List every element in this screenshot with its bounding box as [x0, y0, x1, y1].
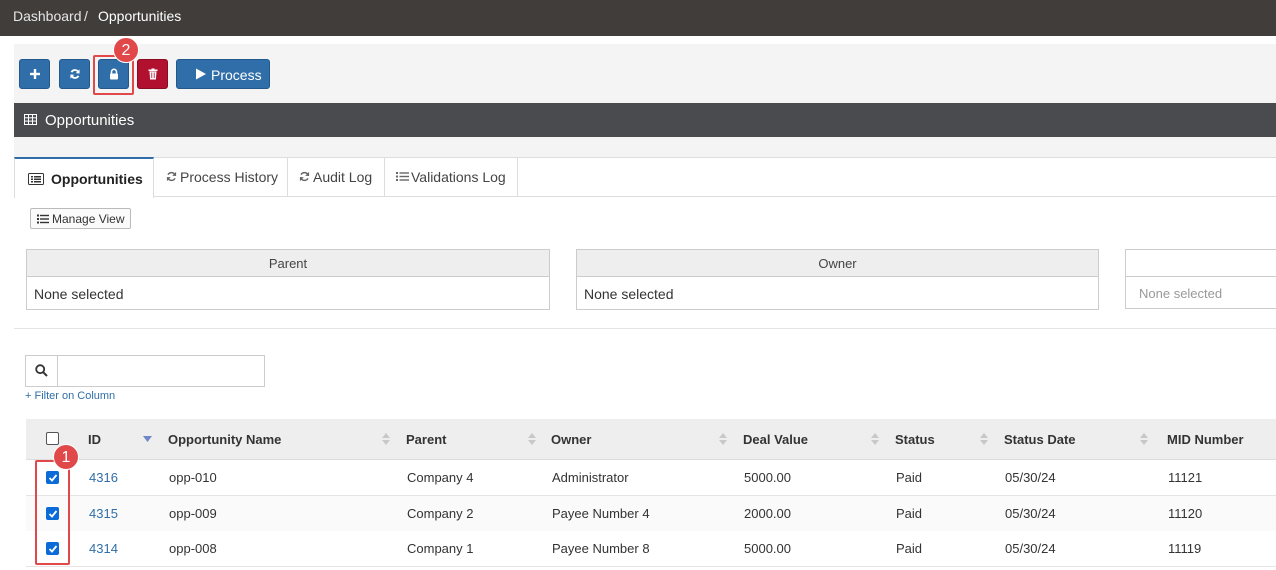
column-header-owner[interactable]: Owner: [551, 432, 591, 447]
row-parent: Company 2: [407, 506, 474, 521]
column-header-id[interactable]: ID: [88, 432, 101, 447]
parent-filter-header: Parent: [27, 250, 549, 277]
tab-opportunities[interactable]: Opportunities: [14, 157, 154, 198]
search-input[interactable]: [57, 355, 265, 387]
row-owner: Payee Number 4: [552, 506, 650, 521]
sort-desc-icon[interactable]: [143, 436, 152, 442]
parent-filter-select[interactable]: None selected: [34, 286, 124, 302]
manage-view-label: Manage View: [52, 212, 125, 226]
annotation-box-1: [35, 460, 70, 565]
row-deal-value: 2000.00: [744, 506, 791, 521]
table-row: 4314 opp-008 Company 1 Payee Number 8 50…: [26, 531, 1276, 567]
row-id-link[interactable]: 4316: [89, 470, 118, 485]
tab-validations-log-label: Validations Log: [411, 169, 506, 185]
row-status-date: 05/30/24: [1005, 541, 1056, 556]
table-row: 4315 opp-009 Company 2 Payee Number 4 20…: [26, 496, 1276, 532]
trash-icon: [148, 68, 157, 80]
row-status-date: 05/30/24: [1005, 506, 1056, 521]
tab-audit-log[interactable]: Audit Log: [288, 157, 385, 197]
owner-filter: Owner None selected: [576, 249, 1099, 310]
table-header: ID Opportunity Name Parent Owner Deal Va…: [26, 419, 1276, 460]
row-owner: Administrator: [552, 470, 629, 485]
breadcrumb-current: Opportunities: [98, 8, 182, 24]
sort-icon[interactable]: [528, 433, 536, 445]
list-icon: [396, 172, 409, 181]
process-button[interactable]: Process: [176, 59, 270, 89]
row-mid-number: 11119: [1168, 541, 1202, 556]
third-filter: None selected: [1125, 249, 1276, 309]
row-status: Paid: [896, 541, 923, 556]
select-all-checkbox[interactable]: [46, 432, 59, 445]
refresh-icon: [166, 171, 177, 182]
column-header-status-date[interactable]: Status Date: [1004, 432, 1076, 447]
refresh-icon: [299, 171, 310, 182]
row-opportunity-name: opp-009: [169, 506, 217, 521]
row-id-link[interactable]: 4314: [89, 541, 118, 556]
plus-icon: [29, 69, 40, 79]
tab-process-history[interactable]: Process History: [154, 157, 288, 197]
panel-header: Opportunities: [14, 103, 1276, 137]
column-header-status[interactable]: Status: [895, 432, 935, 447]
refresh-button[interactable]: [59, 59, 90, 89]
search-button[interactable]: [25, 355, 58, 387]
owner-filter-select[interactable]: None selected: [584, 286, 674, 302]
panel-title: Opportunities: [45, 112, 135, 129]
parent-filter: Parent None selected: [26, 249, 550, 310]
sort-icon[interactable]: [980, 433, 988, 445]
row-id-link[interactable]: 4315: [89, 506, 118, 521]
third-filter-header: [1126, 250, 1276, 277]
column-header-parent[interactable]: Parent: [406, 432, 446, 447]
annotation-badge-1: 1: [53, 444, 79, 470]
row-deal-value: 5000.00: [744, 541, 791, 556]
list-alt-icon: [28, 173, 44, 185]
refresh-icon: [69, 69, 80, 79]
row-parent: Company 4: [407, 470, 474, 485]
row-owner: Payee Number 8: [552, 541, 650, 556]
tab-audit-log-label: Audit Log: [313, 169, 373, 185]
row-parent: Company 1: [407, 541, 474, 556]
filter-on-column-link[interactable]: + Filter on Column: [25, 390, 115, 402]
process-button-label: Process: [211, 67, 262, 83]
tab-bar: Opportunities Process History Audit Log …: [14, 157, 1276, 198]
list-icon: [37, 214, 49, 224]
sort-icon[interactable]: [871, 433, 879, 445]
sort-icon[interactable]: [1140, 433, 1148, 445]
sort-icon[interactable]: [382, 433, 390, 445]
row-mid-number: 11120: [1168, 506, 1203, 521]
annotation-badge-2: 2: [113, 37, 139, 63]
row-status: Paid: [896, 506, 923, 521]
breadcrumb-dashboard-link[interactable]: Dashboard: [13, 8, 82, 24]
column-header-mid-number[interactable]: MID Number: [1167, 432, 1244, 447]
table-icon: [24, 114, 37, 125]
row-opportunity-name: opp-010: [169, 470, 217, 485]
third-filter-select[interactable]: None selected: [1139, 286, 1222, 301]
row-status: Paid: [896, 470, 923, 485]
tab-process-history-label: Process History: [180, 169, 279, 185]
tab-validations-log[interactable]: Validations Log: [385, 157, 518, 197]
play-icon: [196, 68, 206, 80]
row-deal-value: 5000.00: [744, 470, 791, 485]
delete-button[interactable]: [137, 59, 168, 89]
breadcrumb-separator: /: [84, 8, 88, 24]
search-icon: [35, 364, 48, 377]
row-opportunity-name: opp-008: [169, 541, 217, 556]
breadcrumb: Dashboard / Opportunities: [0, 0, 1276, 36]
row-status-date: 05/30/24: [1005, 470, 1056, 485]
column-header-deal-value[interactable]: Deal Value: [743, 432, 808, 447]
column-header-opportunity-name[interactable]: Opportunity Name: [168, 432, 281, 447]
owner-filter-header: Owner: [577, 250, 1098, 277]
manage-view-button[interactable]: Manage View: [30, 208, 131, 229]
add-button[interactable]: [19, 59, 50, 89]
tab-opportunities-label: Opportunities: [51, 171, 143, 187]
section-divider: [14, 328, 1276, 329]
table-row: 4316 opp-010 Company 4 Administrator 500…: [26, 460, 1276, 496]
row-mid-number: 11121: [1168, 470, 1203, 485]
sort-icon[interactable]: [719, 433, 727, 445]
